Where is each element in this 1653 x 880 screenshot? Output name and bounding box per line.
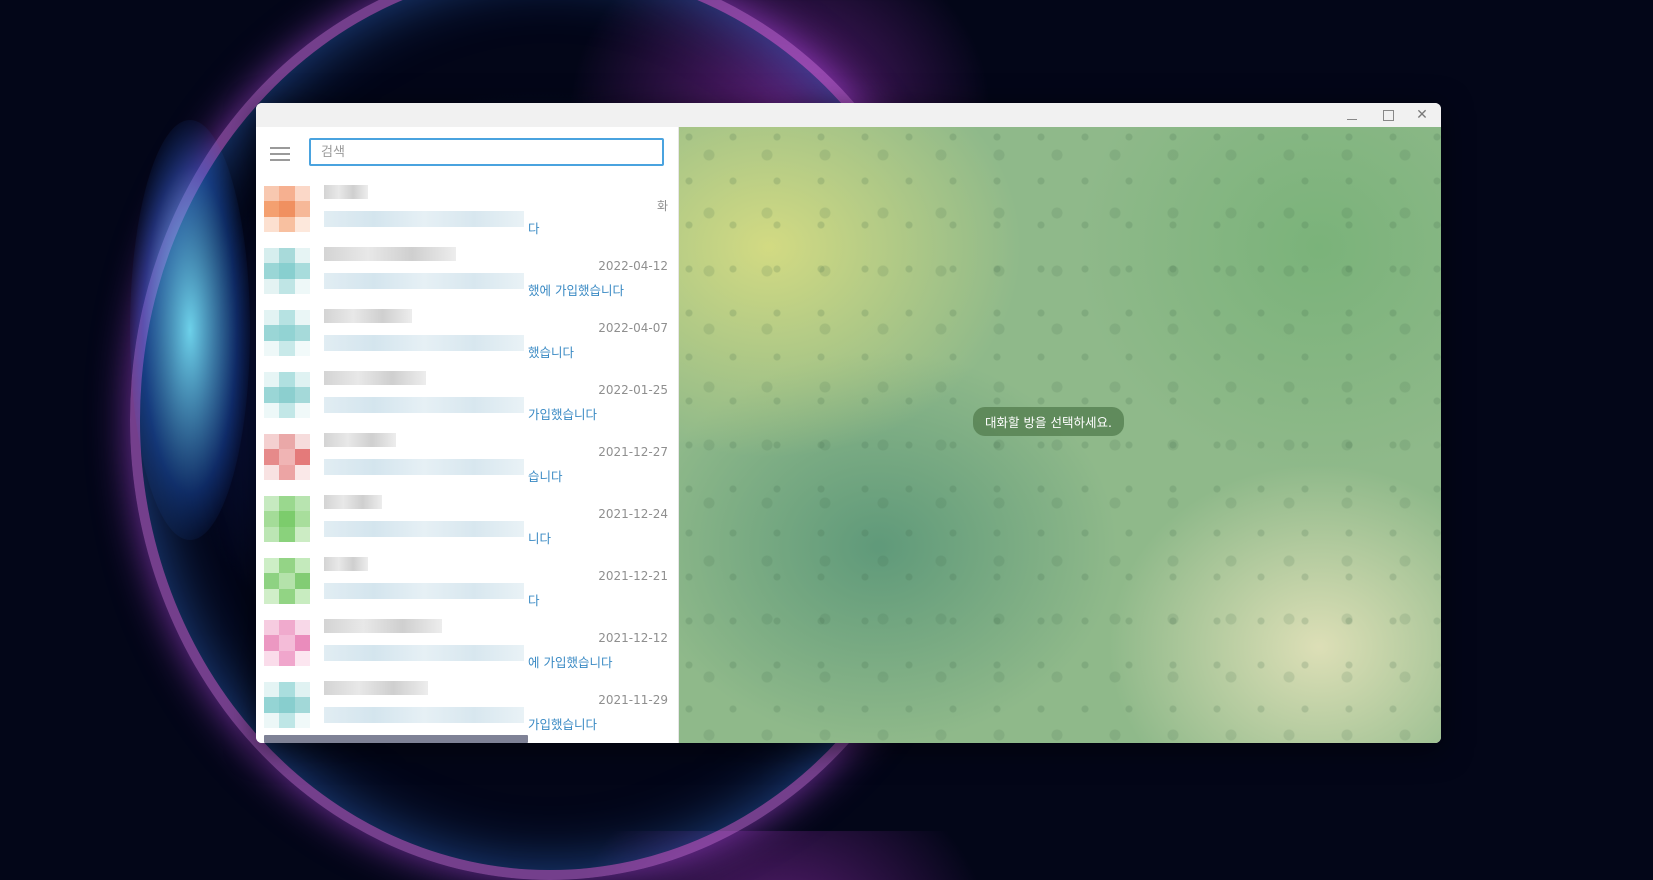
chat-name-redacted bbox=[324, 247, 456, 261]
chat-preview-text: 했에 가입했습니다 bbox=[528, 283, 624, 298]
avatar bbox=[264, 434, 310, 480]
chat-name-redacted bbox=[324, 371, 426, 385]
chat-preview-redacted bbox=[324, 459, 524, 475]
title-bar[interactable]: ✕ bbox=[256, 103, 1441, 127]
chat-preview-redacted bbox=[324, 521, 524, 537]
chat-name-redacted bbox=[324, 557, 368, 571]
chat-date: 2022-04-12 bbox=[598, 259, 668, 273]
avatar bbox=[264, 620, 310, 666]
chat-date: 2021-11-29 bbox=[598, 693, 668, 707]
avatar bbox=[264, 310, 310, 356]
chat-preview-redacted bbox=[324, 645, 524, 661]
chat-date: 2022-01-25 bbox=[598, 383, 668, 397]
chat-list-item[interactable]: 2022-04-12 했에 가입했습니다 bbox=[256, 243, 678, 305]
chat-name-redacted bbox=[324, 681, 428, 695]
avatar bbox=[264, 496, 310, 542]
chat-preview-redacted bbox=[324, 211, 524, 227]
horizontal-scrollbar[interactable] bbox=[264, 735, 528, 743]
chat-date: 2021-12-12 bbox=[598, 631, 668, 645]
avatar bbox=[264, 682, 310, 728]
minimize-icon bbox=[1347, 118, 1357, 120]
chat-name-redacted bbox=[324, 433, 396, 447]
avatar bbox=[264, 248, 310, 294]
maximize-button[interactable] bbox=[1373, 105, 1403, 125]
chat-preview-redacted bbox=[324, 583, 524, 599]
chat-preview-redacted bbox=[324, 397, 524, 413]
chat-list-item[interactable]: 2021-12-21 다 bbox=[256, 553, 678, 615]
chat-name-redacted bbox=[324, 619, 442, 633]
chat-name-redacted bbox=[324, 309, 412, 323]
menu-icon bbox=[270, 147, 290, 149]
chat-list-item[interactable]: 2022-04-07 했습니다 bbox=[256, 305, 678, 367]
chat-preview-redacted bbox=[324, 707, 524, 723]
chat-preview-text: 가입했습니다 bbox=[528, 407, 598, 422]
chat-preview-text: 가입했습니다 bbox=[528, 717, 598, 732]
chat-date: 2021-12-27 bbox=[598, 445, 668, 459]
avatar bbox=[264, 372, 310, 418]
chat-list-item[interactable]: 2021-12-24 니다 bbox=[256, 491, 678, 553]
select-chat-message: 대화할 방을 선택하세요. bbox=[973, 407, 1124, 436]
search-input[interactable] bbox=[309, 138, 664, 166]
chat-date: 2021-12-24 bbox=[598, 507, 668, 521]
chat-list-item[interactable]: 화다 bbox=[256, 181, 678, 243]
close-button[interactable]: ✕ bbox=[1407, 105, 1437, 125]
avatar bbox=[264, 186, 310, 232]
chat-date: 2021-12-21 bbox=[598, 569, 668, 583]
maximize-icon bbox=[1382, 109, 1394, 121]
chat-preview-text: 습니다 bbox=[528, 469, 563, 484]
chat-empty-area: 대화할 방을 선택하세요. bbox=[679, 127, 1441, 743]
chat-preview-text: 니다 bbox=[528, 531, 552, 546]
chat-list: 화 다 2022-04-12 했에 가입했습니다 2022-04-07 했습니다 2022-… bbox=[256, 181, 678, 739]
chat-preview-text: 했습니다 bbox=[528, 345, 575, 360]
chat-list-item[interactable]: 2021-12-12 에 가입했습니다 bbox=[256, 615, 678, 677]
telegram-window: ✕ 화다2022-04-12했에 가입했습니다2022-04-07했습니다202… bbox=[256, 103, 1441, 743]
chat-sidebar: 화다2022-04-12했에 가입했습니다2022-04-07했습니다2022-… bbox=[256, 127, 679, 743]
close-icon: ✕ bbox=[1416, 107, 1428, 123]
hamburger-menu-button[interactable] bbox=[270, 147, 290, 163]
chat-preview-text: 에 가입했습니다 bbox=[528, 655, 613, 670]
chat-date: 2022-04-07 bbox=[598, 321, 668, 335]
chat-list-item[interactable]: 2022-01-25 가입했습니다 bbox=[256, 367, 678, 429]
chat-list-item[interactable]: 2021-11-29 가입했습니다 bbox=[256, 677, 678, 739]
chat-preview-redacted bbox=[324, 335, 524, 351]
chat-name-redacted bbox=[324, 185, 368, 199]
chat-date: 화 bbox=[656, 199, 668, 213]
minimize-button[interactable] bbox=[1337, 105, 1367, 125]
chat-list-item[interactable]: 2021-12-27 습니다 bbox=[256, 429, 678, 491]
wallpaper-glow bbox=[130, 120, 250, 540]
chat-preview-text: 다 bbox=[528, 221, 540, 236]
chat-name-redacted bbox=[324, 495, 382, 509]
chat-preview-text: 다 bbox=[528, 593, 540, 608]
chat-preview-redacted bbox=[324, 273, 524, 289]
avatar bbox=[264, 558, 310, 604]
